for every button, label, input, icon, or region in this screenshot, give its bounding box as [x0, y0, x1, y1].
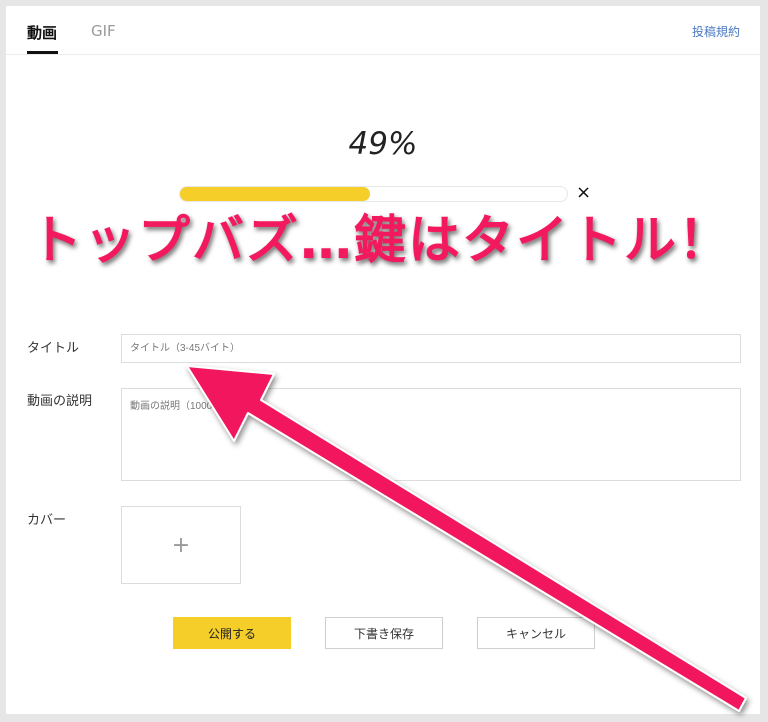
plus-icon: +	[171, 532, 191, 558]
cover-label: カバー	[27, 513, 67, 528]
overlay-caption: トップバズ…鍵はタイトル！	[28, 210, 733, 273]
upload-percent: 49%	[348, 126, 418, 162]
tab-video[interactable]: 動画	[27, 22, 58, 54]
save-draft-button[interactable]: 下書き保存	[325, 617, 443, 649]
title-label: タイトル	[27, 341, 80, 356]
cancel-button[interactable]: キャンセル	[477, 617, 595, 649]
title-input[interactable]	[121, 334, 741, 363]
cover-upload-box[interactable]: +	[121, 506, 241, 584]
description-label: 動画の説明	[27, 394, 93, 409]
tab-bar: 動画 GIF 投稿規約	[6, 6, 760, 55]
publish-button[interactable]: 公開する	[173, 617, 291, 649]
description-textarea[interactable]	[121, 388, 741, 481]
upload-panel: 動画 GIF 投稿規約 49% × タイトル 動画の説明 カバー + 公開する …	[6, 6, 760, 714]
tab-gif[interactable]: GIF	[91, 22, 116, 54]
terms-link[interactable]: 投稿規約	[692, 23, 740, 40]
